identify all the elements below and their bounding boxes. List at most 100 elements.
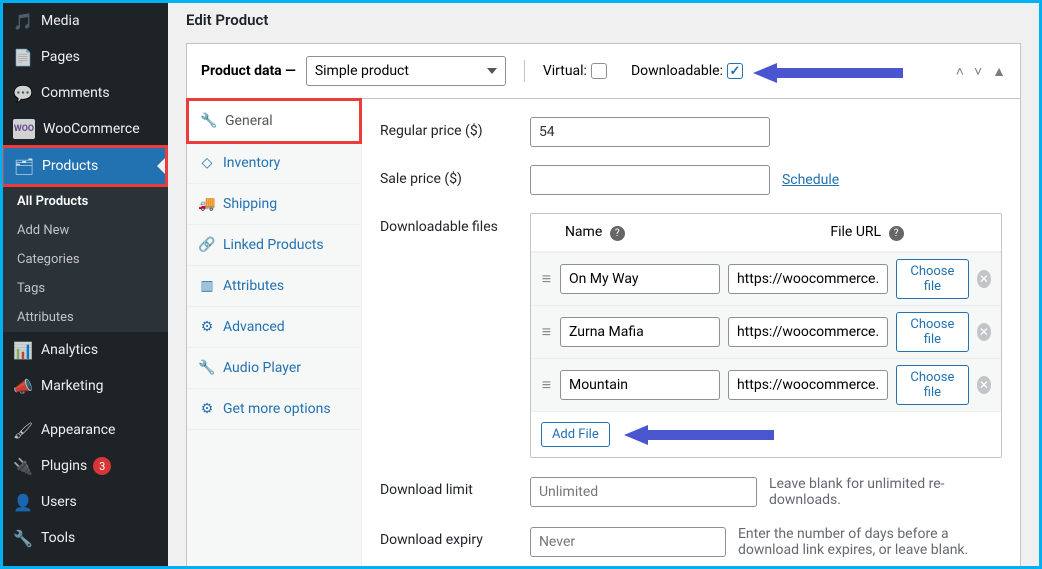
plugins-icon: 🔌: [13, 456, 33, 476]
comments-icon: 💬: [13, 83, 33, 103]
plugin-update-badge: 3: [93, 457, 111, 475]
tab-inventory[interactable]: ◇ Inventory: [187, 143, 361, 184]
submenu-categories[interactable]: Categories: [3, 245, 168, 274]
download-expiry-label: Download expiry: [380, 526, 530, 548]
file-url-input[interactable]: [728, 370, 888, 400]
choose-file-button[interactable]: Choose file: [896, 259, 969, 299]
sidebar-item-label: Products: [42, 158, 98, 174]
tab-audio-player[interactable]: 🔧Audio Player: [187, 348, 361, 389]
sidebar-item-label: Tools: [41, 530, 75, 546]
sidebar-item-pages[interactable]: 📄 Pages: [3, 39, 168, 75]
sidebar-item-label: Comments: [41, 85, 110, 101]
drag-handle-icon[interactable]: ≡: [541, 269, 552, 289]
submenu-add-new[interactable]: Add New: [3, 216, 168, 245]
download-expiry-input[interactable]: [530, 527, 726, 557]
sidebar-item-comments[interactable]: 💬 Comments: [3, 75, 168, 111]
tab-linked-products[interactable]: 🔗Linked Products: [187, 225, 361, 266]
sidebar-item-users[interactable]: 👤Users: [3, 484, 168, 520]
sidebar-item-products[interactable]: 🗂 Products: [4, 148, 165, 184]
sale-price-input[interactable]: [530, 165, 770, 195]
sidebar-item-label: Users: [41, 494, 77, 510]
sidebar-item-marketing[interactable]: 📣Marketing: [3, 368, 168, 404]
tab-label: Shipping: [223, 196, 277, 212]
sidebar-item-label: Appearance: [41, 422, 115, 438]
sidebar-item-label: Media: [41, 13, 80, 29]
tab-advanced[interactable]: ⚙ Advanced: [187, 307, 361, 348]
submenu-all-products[interactable]: All Products: [3, 187, 168, 216]
regular-price-input[interactable]: [530, 117, 770, 147]
gear-icon: ⚙: [199, 401, 215, 417]
tab-label: Inventory: [223, 155, 280, 171]
product-type-select[interactable]: Simple product: [306, 56, 506, 86]
chevron-down-icon: [487, 68, 497, 74]
file-name-input[interactable]: [560, 370, 720, 400]
downloadable-label: Downloadable:: [631, 63, 723, 79]
separator: [524, 60, 525, 82]
annotation-arrow-icon: [753, 63, 903, 83]
downloadable-files-table: Name ? File URL ? ≡ Choose file ✕: [530, 213, 1002, 458]
download-limit-input[interactable]: [530, 477, 757, 507]
tab-general[interactable]: 🔧General: [186, 98, 362, 144]
drag-handle-icon[interactable]: ≡: [541, 375, 552, 395]
move-down-icon[interactable]: ˅: [974, 63, 982, 80]
sidebar-item-label: Pages: [41, 49, 80, 65]
sidebar-item-media[interactable]: 🎵 Media: [3, 3, 168, 39]
sidebar-item-plugins[interactable]: 🔌 Plugins 3: [3, 448, 168, 484]
main-content: Edit Product Product data — Simple produ…: [168, 3, 1039, 566]
download-limit-hint: Leave blank for unlimited re-downloads.: [769, 476, 1002, 508]
tab-shipping[interactable]: 🚚 Shipping: [187, 184, 361, 225]
downloadable-checkbox-wrap[interactable]: Downloadable:: [631, 63, 743, 79]
tab-attributes[interactable]: ▥Attributes: [187, 266, 361, 307]
toggle-panel-icon[interactable]: ▲: [992, 63, 1006, 80]
sidebar-item-label: Plugins: [41, 458, 87, 474]
submenu-tags[interactable]: Tags: [3, 274, 168, 303]
add-file-button[interactable]: Add File: [541, 422, 610, 447]
product-type-value: Simple product: [315, 63, 409, 79]
tab-get-more-options[interactable]: ⚙ Get more options: [187, 389, 361, 430]
virtual-checkbox-wrap[interactable]: Virtual:: [543, 63, 607, 79]
choose-file-button[interactable]: Choose file: [896, 312, 969, 352]
tools-icon: 🔧: [13, 528, 33, 548]
sidebar-item-analytics[interactable]: 📊Analytics: [3, 332, 168, 368]
sidebar-item-woocommerce[interactable]: WOOWooCommerce: [3, 111, 168, 147]
delete-file-icon[interactable]: ✕: [977, 323, 991, 341]
column-header-name: Name ?: [565, 224, 745, 241]
downloadable-checkbox[interactable]: [727, 63, 743, 79]
sidebar-item-label: Marketing: [41, 378, 104, 394]
schedule-link[interactable]: Schedule: [782, 172, 839, 188]
delete-file-icon[interactable]: ✕: [977, 270, 991, 288]
media-icon: 🎵: [13, 11, 33, 31]
help-icon[interactable]: ?: [889, 226, 904, 241]
file-name-input[interactable]: [560, 317, 720, 347]
submenu-attributes[interactable]: Attributes: [3, 303, 168, 332]
file-row: ≡ Choose file ✕: [531, 252, 1001, 305]
gear-icon: ⚙: [199, 319, 215, 335]
regular-price-label: Regular price ($): [380, 117, 530, 139]
tab-label: Advanced: [223, 319, 285, 335]
appearance-icon: 🖌: [13, 420, 33, 440]
file-url-input[interactable]: [728, 264, 888, 294]
product-data-panel: Product data — Simple product Virtual: D…: [186, 43, 1021, 566]
product-data-tabs: 🔧General ◇ Inventory 🚚 Shipping 🔗Linked Pr…: [187, 99, 362, 566]
move-up-icon[interactable]: ˄: [956, 63, 964, 80]
tab-label: Get more options: [223, 401, 331, 417]
file-url-input[interactable]: [728, 317, 888, 347]
sidebar-item-appearance[interactable]: 🖌 Appearance: [3, 412, 168, 448]
delete-file-icon[interactable]: ✕: [977, 376, 991, 394]
inventory-icon: ◇: [199, 155, 215, 171]
link-icon: 🔗: [199, 237, 215, 253]
virtual-label: Virtual:: [543, 63, 587, 79]
attributes-icon: ▥: [199, 278, 215, 294]
shipping-icon: 🚚: [199, 196, 215, 212]
products-icon: 🗂: [14, 156, 34, 176]
sidebar-item-tools[interactable]: 🔧 Tools: [3, 520, 168, 556]
choose-file-button[interactable]: Choose file: [896, 365, 969, 405]
downloadable-files-label: Downloadable files: [380, 213, 530, 235]
drag-handle-icon[interactable]: ≡: [541, 322, 552, 342]
virtual-checkbox[interactable]: [591, 63, 607, 79]
pages-icon: 📄: [13, 47, 33, 67]
file-row: ≡ Choose file ✕: [531, 305, 1001, 358]
sidebar-item-label: WooCommerce: [43, 121, 140, 137]
file-name-input[interactable]: [560, 264, 720, 294]
help-icon[interactable]: ?: [610, 226, 625, 241]
